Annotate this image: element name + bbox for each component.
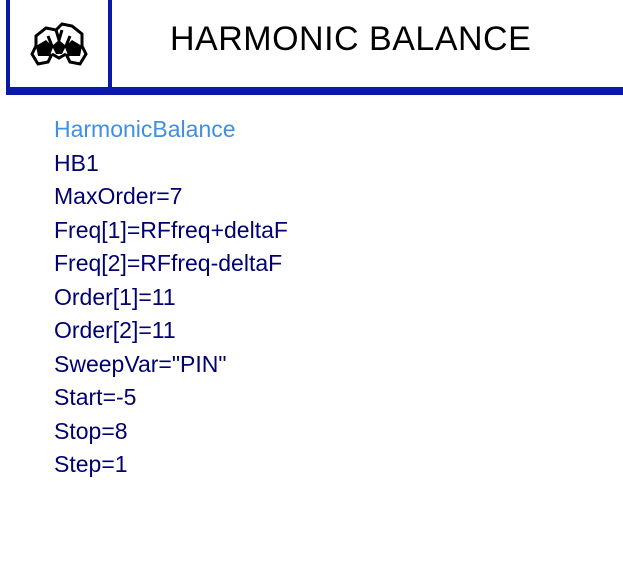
harmonic-balance-component[interactable]: HARMONIC BALANCE HarmonicBalance HB1 Max…	[0, 0, 623, 561]
instance-name[interactable]: HB1	[54, 147, 288, 181]
parameter-order-2[interactable]: Order[2]=11	[54, 314, 288, 348]
component-header: HARMONIC BALANCE	[0, 0, 623, 95]
parameter-freq-2[interactable]: Freq[2]=RFfreq-deltaF	[54, 247, 288, 281]
parameter-max-order[interactable]: MaxOrder=7	[54, 180, 288, 214]
parameter-freq-1[interactable]: Freq[1]=RFfreq+deltaF	[54, 214, 288, 248]
parameter-sweep-var[interactable]: SweepVar="PIN"	[54, 348, 288, 382]
parameter-list: HarmonicBalance HB1 MaxOrder=7 Freq[1]=R…	[54, 113, 288, 482]
parameter-stop[interactable]: Stop=8	[54, 415, 288, 449]
component-type-label[interactable]: HarmonicBalance	[54, 113, 288, 147]
parameter-step[interactable]: Step=1	[54, 448, 288, 482]
harmonic-balance-simulation-icon	[30, 22, 88, 66]
component-title: HARMONIC BALANCE	[170, 20, 532, 58]
icon-frame	[6, 0, 112, 87]
parameter-order-1[interactable]: Order[1]=11	[54, 281, 288, 315]
header-divider	[6, 87, 623, 95]
parameter-start[interactable]: Start=-5	[54, 381, 288, 415]
